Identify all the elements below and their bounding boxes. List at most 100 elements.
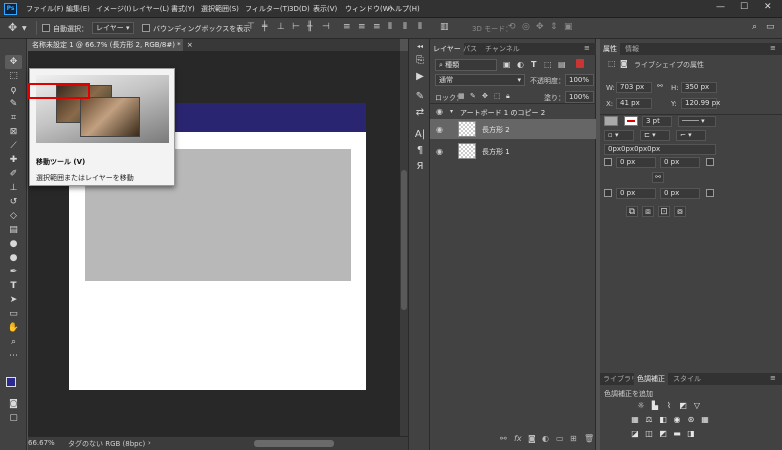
gradient-tool-icon[interactable]: ▤ (5, 223, 22, 237)
collapse-icon[interactable]: ◂◂ (414, 43, 426, 50)
link-layers-icon[interactable]: ⚯ (500, 434, 507, 443)
zoom-tool-icon[interactable]: ⌕ (5, 335, 22, 349)
visibility-eye-icon[interactable]: ◉ (436, 147, 443, 156)
new-group-icon[interactable]: ▭ (556, 434, 564, 443)
panel-menu-icon[interactable]: ≡ (770, 374, 776, 382)
fill-field[interactable]: 100% (565, 91, 594, 103)
path-exclude-icon[interactable]: ⧇ (674, 206, 686, 217)
stroke-style-dropdown[interactable]: ──── ▾ (678, 116, 716, 127)
quick-mask-icon[interactable]: ◙ (5, 397, 22, 411)
blur-tool-icon[interactable]: ● (5, 237, 22, 251)
corner-br-field[interactable]: 0 px (660, 188, 700, 199)
layer-row[interactable]: ◉ 長方形 1 (430, 141, 596, 161)
healing-brush-tool-icon[interactable]: ✚ (5, 153, 22, 167)
vibrance-icon[interactable]: ▽ (692, 401, 702, 410)
foreground-color-swatch[interactable] (6, 377, 16, 387)
corner-br-icon[interactable] (706, 189, 714, 197)
layer-group-row[interactable]: ◉ ▾ アートボード 1 のコピー 2 (430, 105, 596, 119)
height-field[interactable]: 350 px (681, 82, 717, 93)
brush-tool-icon[interactable]: ✐ (5, 167, 22, 181)
lock-position-icon[interactable]: ✥ (482, 92, 488, 100)
stroke-cap-dropdown[interactable]: ⊏ ▾ (640, 130, 670, 141)
lasso-tool-icon[interactable]: ϙ (5, 83, 22, 97)
frame-tool-icon[interactable]: ⊠ (5, 125, 22, 139)
corner-tl-field[interactable]: 0 px (616, 157, 656, 168)
selective-color-icon[interactable]: ◨ (686, 429, 696, 438)
lock-artboard-icon[interactable]: ⬚ (494, 92, 501, 100)
distribute-top-icon[interactable]: ≡ (343, 22, 351, 32)
history-brush-tool-icon[interactable]: ↺ (5, 195, 22, 209)
distribute-bottom-icon[interactable]: ≡ (373, 22, 381, 32)
tab-channels[interactable]: チャンネル (482, 43, 523, 55)
layer-filter-dropdown[interactable]: ⌕ 種類 (435, 59, 497, 71)
hand-tool-icon[interactable]: ✋ (5, 321, 22, 335)
tab-info[interactable]: 情報 (622, 43, 642, 55)
menu-image[interactable]: イメージ(I) (96, 3, 131, 15)
layer-style-icon[interactable]: fx (514, 434, 522, 443)
align-right-icon[interactable]: ⊣ (322, 22, 330, 32)
y-field[interactable]: 120.99 px (681, 98, 720, 109)
menu-type[interactable]: 書式(Y) (171, 3, 195, 15)
radius-all-field[interactable]: 0px0px0px0px (604, 144, 716, 155)
new-layer-icon[interactable]: ⊞ (570, 434, 577, 443)
bounding-box-checkbox[interactable] (142, 24, 150, 32)
align-bottom-icon[interactable]: ⊥ (277, 22, 285, 32)
3d-scale-icon[interactable]: ▣ (564, 22, 573, 32)
threshold-icon[interactable]: ◩ (658, 429, 668, 438)
auto-select-checkbox[interactable] (42, 24, 50, 32)
channel-mixer-icon[interactable]: ⊛ (686, 415, 696, 424)
corner-bl-icon[interactable] (604, 189, 612, 197)
black-white-icon[interactable]: ◧ (658, 415, 668, 424)
align-left-icon[interactable]: ⊢ (292, 22, 300, 32)
distribute-left-icon[interactable]: ⦀ (388, 22, 392, 32)
link-corners-icon[interactable]: ⚯ (652, 172, 664, 183)
invert-icon[interactable]: ◪ (630, 429, 640, 438)
brush-settings-icon[interactable]: ✎ (414, 91, 426, 102)
photo-filter-icon[interactable]: ◉ (672, 415, 682, 424)
tab-properties[interactable]: 属性 (600, 43, 620, 55)
paragraph-icon[interactable]: ¶ (414, 145, 426, 156)
menu-help[interactable]: ヘルプ(H) (388, 3, 420, 15)
tab-layers[interactable]: レイヤー (430, 43, 464, 55)
path-select-tool-icon[interactable]: ➤ (5, 293, 22, 307)
3d-rotate-icon[interactable]: ⟲ (508, 22, 516, 32)
panel-menu-icon[interactable]: ≡ (770, 44, 776, 52)
tab-styles[interactable]: スタイル (670, 373, 704, 385)
auto-select-dropdown[interactable]: レイヤー ▾ (92, 22, 134, 34)
stamp-tool-icon[interactable]: ⊥ (5, 181, 22, 195)
filter-adjust-icon[interactable]: ◐ (517, 60, 524, 69)
crop-tool-icon[interactable]: ⌗ (5, 111, 22, 125)
3d-roll-icon[interactable]: ◎ (522, 22, 530, 32)
filter-type-icon[interactable]: T (531, 60, 536, 69)
panel-menu-icon[interactable]: ≡ (584, 44, 590, 52)
menu-select[interactable]: 選択範囲(S) (201, 3, 239, 15)
stroke-align-dropdown[interactable]: ▫ ▾ (604, 130, 634, 141)
horizontal-scrollbar-thumb[interactable] (254, 440, 334, 447)
color-balance-icon[interactable]: ⚖ (644, 415, 654, 424)
vertical-scrollbar-thumb[interactable] (401, 170, 407, 310)
type-tool-icon[interactable]: T (5, 279, 22, 293)
move-tool-icon[interactable]: ✥ (8, 21, 17, 34)
link-proportions-icon[interactable]: ⚯ (657, 82, 663, 90)
distribute-right-icon[interactable]: ⦀ (418, 22, 422, 32)
brightness-contrast-icon[interactable]: ☼ (636, 401, 646, 410)
delete-layer-icon[interactable]: 🗑︎ (584, 434, 594, 443)
align-hcenter-icon[interactable]: ╫ (307, 22, 312, 32)
align-top-icon[interactable]: ⊤ (247, 22, 255, 32)
opacity-field[interactable]: 100% (565, 74, 594, 86)
chevron-down-icon[interactable]: ▼ (22, 25, 27, 32)
3d-pan-icon[interactable]: ✥ (536, 22, 544, 32)
stroke-width-field[interactable]: 3 pt (642, 116, 672, 127)
posterize-icon[interactable]: ◫ (644, 429, 654, 438)
close-window-icon[interactable]: ✕ (764, 2, 772, 12)
curves-icon[interactable]: ⌇ (664, 401, 674, 410)
distribute-vcenter-icon[interactable]: ≡ (358, 22, 366, 32)
layer-row[interactable]: ◉ 長方形 2 (430, 119, 596, 139)
minimize-icon[interactable]: — (716, 2, 725, 12)
marquee-tool-icon[interactable]: ⬚ (5, 69, 22, 83)
lock-all-icon[interactable]: 🔒︎ (506, 92, 510, 101)
3d-slide-icon[interactable]: ⇕ (550, 22, 558, 32)
distribute-hcenter-icon[interactable]: ⦀ (403, 22, 407, 32)
history-icon[interactable]: ⎘ (414, 55, 426, 66)
filter-smart-icon[interactable]: ▤ (558, 60, 566, 69)
